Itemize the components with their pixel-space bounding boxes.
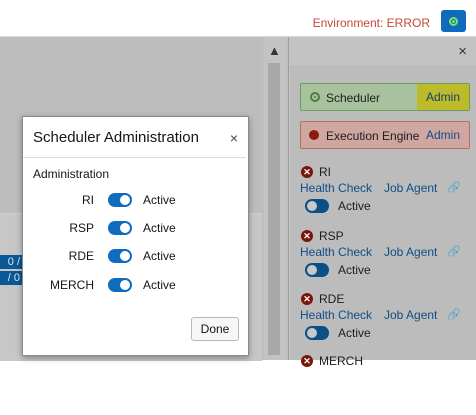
health-check-link[interactable]: Health Check: [300, 181, 372, 195]
health-check-link[interactable]: Health Check: [300, 308, 372, 322]
app-status-rde: ✕ RDE Health Check Job Agent 🔗 Active: [298, 291, 474, 353]
scheduler-label: Scheduler: [326, 91, 381, 105]
error-x-icon: ✕: [301, 166, 313, 178]
row-name: RSP: [69, 221, 94, 235]
execution-engine-status-card: Execution Engine Admin: [300, 121, 470, 149]
toggle-label: Active: [338, 199, 371, 213]
app-active-toggle[interactable]: [305, 263, 329, 277]
app-status-rsp: ✕ RSP Health Check Job Agent 🔗 Active: [298, 228, 474, 290]
scheduler-admin-link[interactable]: Admin: [416, 84, 469, 110]
close-icon[interactable]: ×: [458, 43, 467, 60]
active-toggle[interactable]: [108, 221, 132, 235]
error-x-icon: ✕: [301, 293, 313, 305]
done-button[interactable]: Done: [191, 317, 239, 341]
row-name: RDE: [68, 249, 94, 263]
app-active-toggle[interactable]: [305, 326, 329, 340]
admin-row-merch: MERCH Active: [23, 277, 246, 295]
active-toggle[interactable]: [108, 278, 132, 292]
row-name: MERCH: [50, 278, 94, 292]
app-name: RI: [319, 165, 331, 179]
status-panel-body: Scheduler Admin Execution Engine Admin ✕…: [290, 65, 476, 368]
status-side-panel: × Scheduler Admin Execution Engine Admin…: [288, 37, 476, 368]
job-agent-link[interactable]: Job Agent: [384, 181, 437, 195]
admin-row-rde: RDE Active: [23, 248, 246, 266]
count-badge: / 0: [0, 271, 22, 285]
admin-row-rsp: RSP Active: [23, 220, 246, 238]
vertical-scrollbar[interactable]: ▲: [264, 37, 286, 360]
scheduler-status-card: Scheduler Admin: [300, 83, 470, 111]
row-name: RI: [82, 193, 94, 207]
link-icon[interactable]: 🔗: [447, 245, 461, 258]
job-agent-link[interactable]: Job Agent: [384, 308, 437, 322]
dialog-divider: [23, 157, 246, 158]
error-x-icon: ✕: [301, 230, 313, 242]
top-header: Environment: ERROR: [0, 0, 476, 37]
environment-status-button[interactable]: [441, 10, 466, 32]
link-icon[interactable]: 🔗: [447, 308, 461, 321]
app-active-toggle[interactable]: [305, 199, 329, 213]
active-toggle[interactable]: [108, 193, 132, 207]
section-heading: Administration: [33, 167, 110, 181]
app-status-ri: ✕ RI Health Check Job Agent 🔗 Active: [298, 164, 474, 226]
count-badge: 0 / 2: [0, 255, 22, 282]
app-name: RSP: [319, 229, 344, 243]
row-status: Active: [143, 249, 176, 263]
active-toggle[interactable]: [108, 249, 132, 263]
dialog-title: Scheduler Administration: [33, 129, 199, 146]
scheduler-ok-icon: [310, 92, 320, 102]
row-status: Active: [143, 221, 176, 235]
app-name: MERCH: [319, 354, 363, 368]
health-check-link[interactable]: Health Check: [300, 245, 372, 259]
scrollbar-thumb[interactable]: [268, 63, 280, 355]
environment-status-label: Environment: ERROR: [312, 16, 430, 30]
close-icon[interactable]: ×: [230, 130, 238, 146]
execution-engine-admin-link[interactable]: Admin: [417, 122, 469, 148]
link-icon[interactable]: 🔗: [447, 181, 461, 194]
toggle-label: Active: [338, 326, 371, 340]
job-agent-link[interactable]: Job Agent: [384, 245, 437, 259]
row-status: Active: [143, 193, 176, 207]
toggle-label: Active: [338, 263, 371, 277]
app-name: RDE: [319, 292, 345, 306]
execution-engine-label: Execution Engine: [326, 129, 420, 143]
chevron-up-icon[interactable]: ▲: [268, 43, 281, 58]
admin-row-ri: RI Active: [23, 192, 246, 210]
app-status-merch: ✕ MERCH: [298, 353, 474, 415]
row-status: Active: [143, 278, 176, 292]
scheduler-administration-dialog: Scheduler Administration × Administratio…: [22, 116, 249, 356]
status-ring-icon: [449, 16, 458, 26]
error-x-icon: ✕: [301, 355, 313, 367]
execution-engine-error-icon: [309, 130, 319, 140]
